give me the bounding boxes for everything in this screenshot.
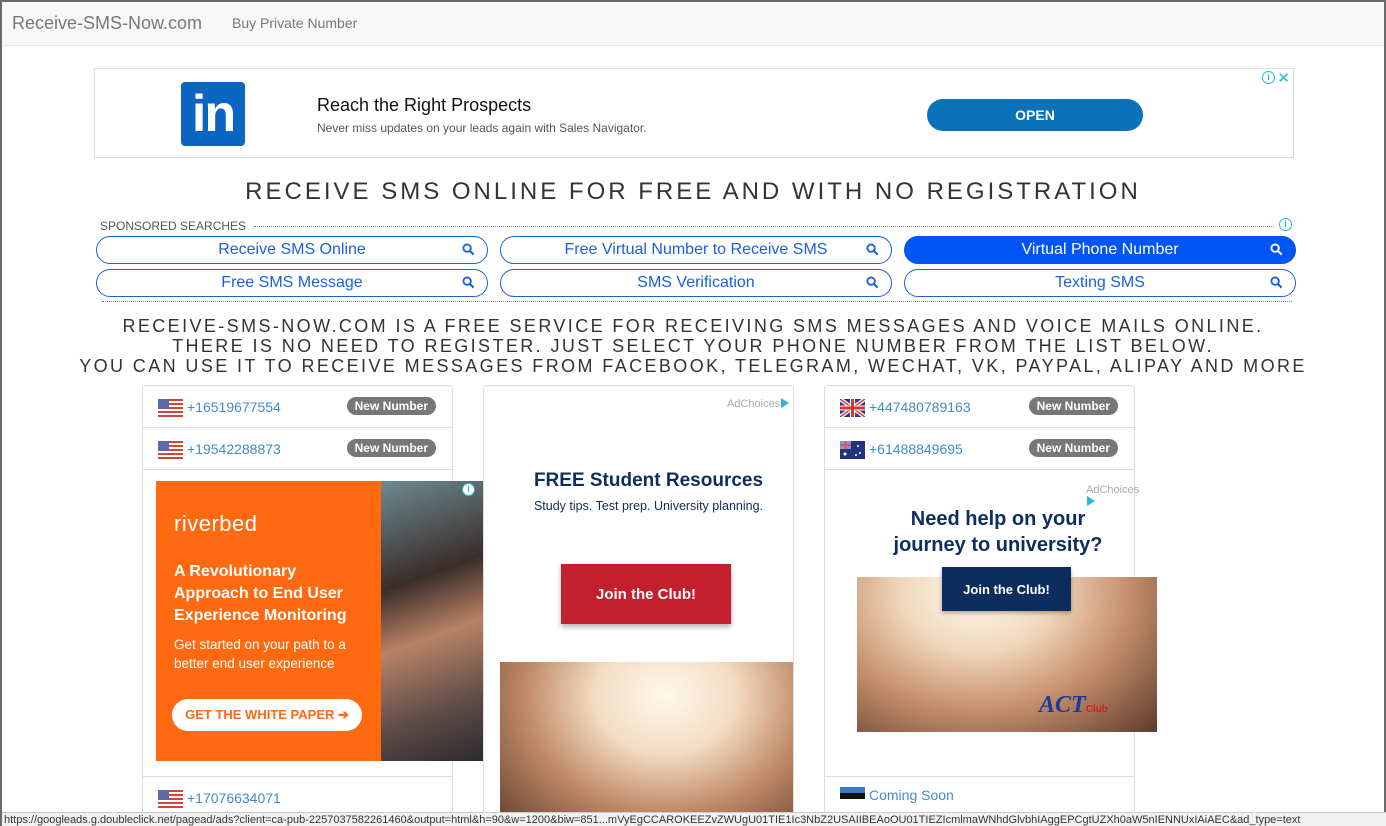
- sponsored-search-label: Virtual Phone Number: [1021, 241, 1179, 258]
- ad-close-icon[interactable]: ✕: [1277, 69, 1290, 87]
- riverbed-headline: A Revolutionary Approach to End User Exp…: [174, 563, 347, 624]
- search-icon: [1270, 276, 1283, 289]
- navbar: Receive-SMS-Now.com Buy Private Number: [2, 2, 1384, 46]
- estonia-flag-icon: [840, 787, 865, 805]
- act-logo-club: Club: [1085, 704, 1108, 715]
- australia-flag-icon: [840, 441, 865, 459]
- new-number-badge: New Number: [1028, 397, 1118, 415]
- phone-number-link[interactable]: +16519677554: [187, 399, 281, 415]
- brand-link[interactable]: Receive-SMS-Now.com: [12, 13, 202, 34]
- act-student-resources-ad[interactable]: AdChoices FREE Student Resources Study t…: [483, 385, 794, 826]
- join-the-club-button-2[interactable]: Join the Club!: [942, 567, 1071, 611]
- sponsored-search-virtual-phone-number[interactable]: Virtual Phone Number: [904, 236, 1296, 264]
- sponsored-search-label: Texting SMS: [1055, 274, 1145, 291]
- sponsored-search-label: Free Virtual Number to Receive SMS: [564, 241, 828, 258]
- number-row[interactable]: +61488849695 New Number: [825, 428, 1134, 470]
- adchoices-text: AdChoices: [727, 398, 781, 410]
- sponsored-search-label: Receive SMS Online: [218, 241, 366, 258]
- linkedin-logo-icon: in: [181, 82, 245, 146]
- act-logo-text: ACT: [1039, 692, 1086, 718]
- join-the-club-button[interactable]: Join the Club!: [561, 564, 731, 624]
- number-row[interactable]: +16519677554 New Number: [143, 386, 452, 428]
- browser-status-bar: https://googleads.g.doubleclick.net/page…: [2, 812, 1386, 826]
- search-icon: [866, 276, 879, 289]
- site-description: RECEIVE-SMS-NOW.COM IS A FREE SERVICE FO…: [2, 316, 1384, 376]
- sponsored-search-label: SMS Verification: [637, 274, 755, 291]
- sponsored-search-receive-sms-online[interactable]: Receive SMS Online: [96, 236, 488, 264]
- sponsored-info-icon[interactable]: i: [1279, 218, 1292, 231]
- uk-flag-icon: [840, 399, 865, 417]
- nav-buy-private-number[interactable]: Buy Private Number: [232, 15, 357, 31]
- get-white-paper-button[interactable]: GET THE WHITE PAPER ➔: [172, 699, 362, 731]
- riverbed-logo: riverbed: [174, 511, 258, 536]
- new-number-badge: New Number: [1028, 439, 1118, 457]
- us-flag-icon: [158, 790, 183, 808]
- sponsored-search-free-virtual-number[interactable]: Free Virtual Number to Receive SMS: [500, 236, 892, 264]
- adchoices-icon: [781, 398, 790, 408]
- us-flag-icon: [158, 441, 183, 459]
- search-icon: [866, 243, 879, 256]
- number-row[interactable]: +447480789163 New Number: [825, 386, 1134, 428]
- adchoices-icon: [1087, 496, 1095, 506]
- adchoices-label[interactable]: AdChoices: [1086, 484, 1139, 508]
- sponsored-top-divider: [254, 226, 1274, 227]
- sponsored-search-sms-verification[interactable]: SMS Verification: [500, 269, 892, 297]
- sponsored-bottom-divider: [102, 301, 1292, 302]
- act-ad-2-headline: Need help on your journey to university?: [813, 506, 1183, 558]
- search-icon: [462, 276, 475, 289]
- act-club-logo: ACTClub: [1039, 692, 1108, 719]
- riverbed-ad[interactable]: riverbed A Revolutionary Approach to End…: [156, 481, 483, 761]
- sponsored-search-free-sms-message[interactable]: Free SMS Message: [96, 269, 488, 297]
- act-ad-2-headline-line-2: journey to university?: [893, 534, 1103, 556]
- page-title: RECEIVE SMS ONLINE FOR FREE AND WITH NO …: [245, 178, 1141, 205]
- ad-open-button[interactable]: OPEN: [927, 99, 1143, 131]
- number-row[interactable]: +19542288873 New Number: [143, 428, 452, 470]
- phone-number-link[interactable]: +17076634071: [187, 790, 281, 806]
- ad-headline: Reach the Right Prospects: [317, 95, 532, 115]
- us-flag-icon: [158, 399, 183, 417]
- description-line-1: RECEIVE-SMS-NOW.COM IS A FREE SERVICE FO…: [122, 316, 1264, 336]
- act-ad-2-headline-line-1: Need help on your: [910, 508, 1086, 530]
- adchoices-label[interactable]: AdChoices: [727, 398, 790, 410]
- new-number-badge: New Number: [346, 439, 436, 457]
- description-line-3: YOU CAN USE IT TO RECEIVE MESSAGES FROM …: [79, 356, 1307, 376]
- search-icon: [462, 243, 475, 256]
- search-icon: [1270, 243, 1283, 256]
- adchoices-text: AdChoices: [1086, 484, 1140, 496]
- description-line-2: THERE IS NO NEED TO REGISTER. JUST SELEC…: [172, 336, 1214, 356]
- phone-number-link[interactable]: +19542288873: [187, 441, 281, 457]
- new-number-badge: New Number: [346, 397, 436, 415]
- ad-info-icon[interactable]: i: [1262, 71, 1275, 84]
- linkedin-banner-ad[interactable]: in Reach the Right Prospects Never miss …: [94, 68, 1294, 158]
- ad-subtext: Never miss updates on your leads again w…: [317, 121, 647, 135]
- riverbed-ad-photo: [381, 481, 483, 761]
- sponsored-search-texting-sms[interactable]: Texting SMS: [904, 269, 1296, 297]
- act-ad-headline: FREE Student Resources: [533, 470, 764, 491]
- sponsored-searches-label: SPONSORED SEARCHES: [100, 219, 247, 233]
- sponsored-search-label: Free SMS Message: [221, 274, 363, 291]
- riverbed-subtext: Get started on your path to a better end…: [174, 637, 346, 671]
- act-ad-subtext: Study tips. Test prep. University planni…: [533, 499, 764, 513]
- ad-info-icon[interactable]: i: [462, 483, 475, 496]
- phone-number-link[interactable]: Coming Soon: [869, 787, 954, 803]
- phone-number-link[interactable]: +61488849695: [869, 441, 963, 457]
- students-photo: [500, 662, 793, 826]
- phone-number-link[interactable]: +447480789163: [869, 399, 971, 415]
